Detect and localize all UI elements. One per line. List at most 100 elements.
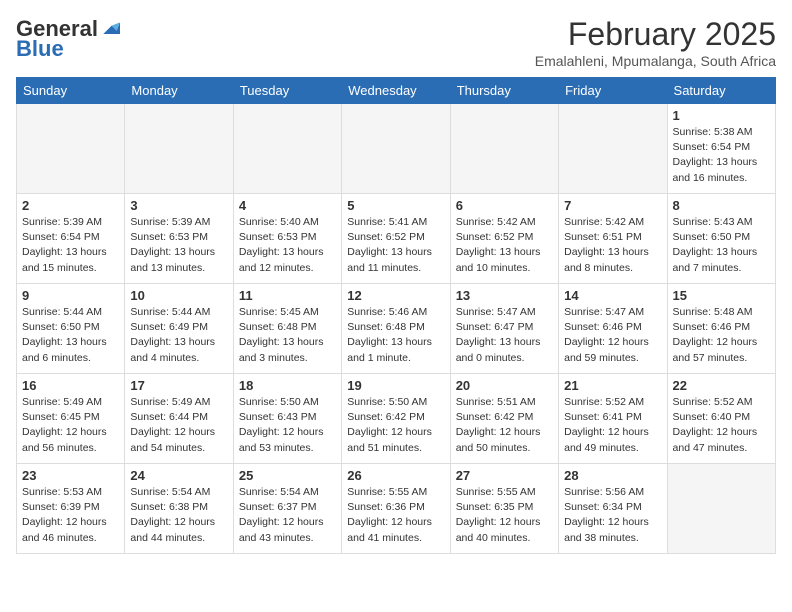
- calendar-cell: 7Sunrise: 5:42 AMSunset: 6:51 PMDaylight…: [559, 194, 667, 284]
- day-info: Sunrise: 5:44 AMSunset: 6:50 PMDaylight:…: [22, 305, 119, 366]
- day-info: Sunrise: 5:43 AMSunset: 6:50 PMDaylight:…: [673, 215, 770, 276]
- day-number: 3: [130, 198, 227, 213]
- calendar-cell: 28 Sunrise: 5:56 AMSunset: 6:34 PMDayligh…: [559, 464, 667, 554]
- title-block: February 2025 Emalahleni, Mpumalanga, So…: [535, 16, 776, 69]
- day-number: 15: [673, 288, 770, 303]
- day-number: 27: [456, 468, 553, 483]
- logo-icon: [100, 19, 120, 39]
- calendar-cell: 22 Sunrise: 5:52 AMSunset: 6:40 PMDayligh…: [667, 374, 775, 464]
- day-number: 2: [22, 198, 119, 213]
- calendar-week-5: 23 Sunrise: 5:53 AMSunset: 6:39 PMDayligh…: [17, 464, 776, 554]
- calendar-cell: 20 Sunrise: 5:51 AMSunset: 6:42 PMDayligh…: [450, 374, 558, 464]
- day-info: Sunrise: 5:45 AMSunset: 6:48 PMDaylight:…: [239, 305, 336, 366]
- month-title: February 2025: [535, 16, 776, 53]
- day-info: Sunrise: 5:54 AMSunset: 6:38 PMDaylight:…: [130, 485, 227, 546]
- day-number: 10: [130, 288, 227, 303]
- day-number: 22: [673, 378, 770, 393]
- calendar-cell: 24 Sunrise: 5:54 AMSunset: 6:38 PMDayligh…: [125, 464, 233, 554]
- calendar-week-1: 1 Sunrise: 5:38 AMSunset: 6:54 PMDaylight…: [17, 104, 776, 194]
- day-info: Sunrise: 5:50 AMSunset: 6:43 PMDaylight:…: [239, 395, 336, 456]
- weekday-header-wednesday: Wednesday: [342, 78, 450, 104]
- calendar-cell: 25Sunrise: 5:54 AMSunset: 6:37 PMDayligh…: [233, 464, 341, 554]
- calendar-week-3: 9Sunrise: 5:44 AMSunset: 6:50 PMDaylight…: [17, 284, 776, 374]
- calendar-cell: [125, 104, 233, 194]
- location-subtitle: Emalahleni, Mpumalanga, South Africa: [535, 53, 776, 69]
- calendar-cell: [17, 104, 125, 194]
- calendar-cell: 1 Sunrise: 5:38 AMSunset: 6:54 PMDaylight…: [667, 104, 775, 194]
- weekday-header-friday: Friday: [559, 78, 667, 104]
- day-info: Sunrise: 5:55 AMSunset: 6:35 PMDaylight:…: [456, 485, 553, 546]
- day-info: Sunrise: 5:49 AMSunset: 6:45 PMDaylight:…: [22, 395, 119, 456]
- calendar-cell: 16 Sunrise: 5:49 AMSunset: 6:45 PMDayligh…: [17, 374, 125, 464]
- day-info: Sunrise: 5:42 AMSunset: 6:51 PMDaylight:…: [564, 215, 661, 276]
- day-info: Sunrise: 5:52 AMSunset: 6:40 PMDaylight:…: [673, 395, 770, 456]
- day-number: 12: [347, 288, 444, 303]
- day-number: 17: [130, 378, 227, 393]
- day-number: 20: [456, 378, 553, 393]
- weekday-header-tuesday: Tuesday: [233, 78, 341, 104]
- day-number: 13: [456, 288, 553, 303]
- calendar-cell: [559, 104, 667, 194]
- day-number: 26: [347, 468, 444, 483]
- day-info: Sunrise: 5:50 AMSunset: 6:42 PMDaylight:…: [347, 395, 444, 456]
- weekday-header-thursday: Thursday: [450, 78, 558, 104]
- day-number: 28: [564, 468, 661, 483]
- day-info: Sunrise: 5:47 AMSunset: 6:46 PMDaylight:…: [564, 305, 661, 366]
- calendar-cell: 15 Sunrise: 5:48 AMSunset: 6:46 PMDayligh…: [667, 284, 775, 374]
- day-info: Sunrise: 5:42 AMSunset: 6:52 PMDaylight:…: [456, 215, 553, 276]
- calendar-cell: 11 Sunrise: 5:45 AMSunset: 6:48 PMDayligh…: [233, 284, 341, 374]
- day-number: 23: [22, 468, 119, 483]
- day-info: Sunrise: 5:46 AMSunset: 6:48 PMDaylight:…: [347, 305, 444, 366]
- page-header: General Blue February 2025 Emalahleni, M…: [16, 16, 776, 69]
- calendar-week-2: 2 Sunrise: 5:39 AMSunset: 6:54 PMDaylight…: [17, 194, 776, 284]
- day-number: 5: [347, 198, 444, 213]
- calendar-cell: 12 Sunrise: 5:46 AMSunset: 6:48 PMDayligh…: [342, 284, 450, 374]
- calendar-cell: 21Sunrise: 5:52 AMSunset: 6:41 PMDayligh…: [559, 374, 667, 464]
- calendar-cell: 2 Sunrise: 5:39 AMSunset: 6:54 PMDaylight…: [17, 194, 125, 284]
- calendar-cell: [233, 104, 341, 194]
- day-number: 16: [22, 378, 119, 393]
- calendar-cell: 17 Sunrise: 5:49 AMSunset: 6:44 PMDayligh…: [125, 374, 233, 464]
- weekday-header-saturday: Saturday: [667, 78, 775, 104]
- day-info: Sunrise: 5:49 AMSunset: 6:44 PMDaylight:…: [130, 395, 227, 456]
- weekday-header-monday: Monday: [125, 78, 233, 104]
- day-info: Sunrise: 5:56 AMSunset: 6:34 PMDaylight:…: [564, 485, 661, 546]
- day-info: Sunrise: 5:47 AMSunset: 6:47 PMDaylight:…: [456, 305, 553, 366]
- calendar-cell: 19 Sunrise: 5:50 AMSunset: 6:42 PMDayligh…: [342, 374, 450, 464]
- calendar-cell: 10 Sunrise: 5:44 AMSunset: 6:49 PMDayligh…: [125, 284, 233, 374]
- day-number: 14: [564, 288, 661, 303]
- day-info: Sunrise: 5:39 AMSunset: 6:54 PMDaylight:…: [22, 215, 119, 276]
- day-info: Sunrise: 5:41 AMSunset: 6:52 PMDaylight:…: [347, 215, 444, 276]
- logo-blue-text: Blue: [16, 36, 64, 62]
- calendar-cell: [342, 104, 450, 194]
- calendar-cell: 27 Sunrise: 5:55 AMSunset: 6:35 PMDayligh…: [450, 464, 558, 554]
- day-info: Sunrise: 5:38 AMSunset: 6:54 PMDaylight:…: [673, 125, 770, 186]
- calendar-cell: 3 Sunrise: 5:39 AMSunset: 6:53 PMDaylight…: [125, 194, 233, 284]
- calendar-table: SundayMondayTuesdayWednesdayThursdayFrid…: [16, 77, 776, 554]
- day-info: Sunrise: 5:48 AMSunset: 6:46 PMDaylight:…: [673, 305, 770, 366]
- calendar-week-4: 16 Sunrise: 5:49 AMSunset: 6:45 PMDayligh…: [17, 374, 776, 464]
- calendar-cell: 13 Sunrise: 5:47 AMSunset: 6:47 PMDayligh…: [450, 284, 558, 374]
- weekday-header-row: SundayMondayTuesdayWednesdayThursdayFrid…: [17, 78, 776, 104]
- calendar-cell: 4 Sunrise: 5:40 AMSunset: 6:53 PMDaylight…: [233, 194, 341, 284]
- day-info: Sunrise: 5:52 AMSunset: 6:41 PMDaylight:…: [564, 395, 661, 456]
- day-info: Sunrise: 5:40 AMSunset: 6:53 PMDaylight:…: [239, 215, 336, 276]
- day-number: 24: [130, 468, 227, 483]
- day-info: Sunrise: 5:39 AMSunset: 6:53 PMDaylight:…: [130, 215, 227, 276]
- day-number: 19: [347, 378, 444, 393]
- day-info: Sunrise: 5:55 AMSunset: 6:36 PMDaylight:…: [347, 485, 444, 546]
- day-info: Sunrise: 5:53 AMSunset: 6:39 PMDaylight:…: [22, 485, 119, 546]
- logo: General Blue: [16, 16, 120, 62]
- calendar-cell: 5 Sunrise: 5:41 AMSunset: 6:52 PMDaylight…: [342, 194, 450, 284]
- calendar-cell: 23 Sunrise: 5:53 AMSunset: 6:39 PMDayligh…: [17, 464, 125, 554]
- day-number: 4: [239, 198, 336, 213]
- day-info: Sunrise: 5:44 AMSunset: 6:49 PMDaylight:…: [130, 305, 227, 366]
- calendar-cell: 6Sunrise: 5:42 AMSunset: 6:52 PMDaylight…: [450, 194, 558, 284]
- calendar-cell: 14 Sunrise: 5:47 AMSunset: 6:46 PMDayligh…: [559, 284, 667, 374]
- day-number: 8: [673, 198, 770, 213]
- calendar-cell: [450, 104, 558, 194]
- day-info: Sunrise: 5:54 AMSunset: 6:37 PMDaylight:…: [239, 485, 336, 546]
- day-number: 11: [239, 288, 336, 303]
- day-info: Sunrise: 5:51 AMSunset: 6:42 PMDaylight:…: [456, 395, 553, 456]
- day-number: 1: [673, 108, 770, 123]
